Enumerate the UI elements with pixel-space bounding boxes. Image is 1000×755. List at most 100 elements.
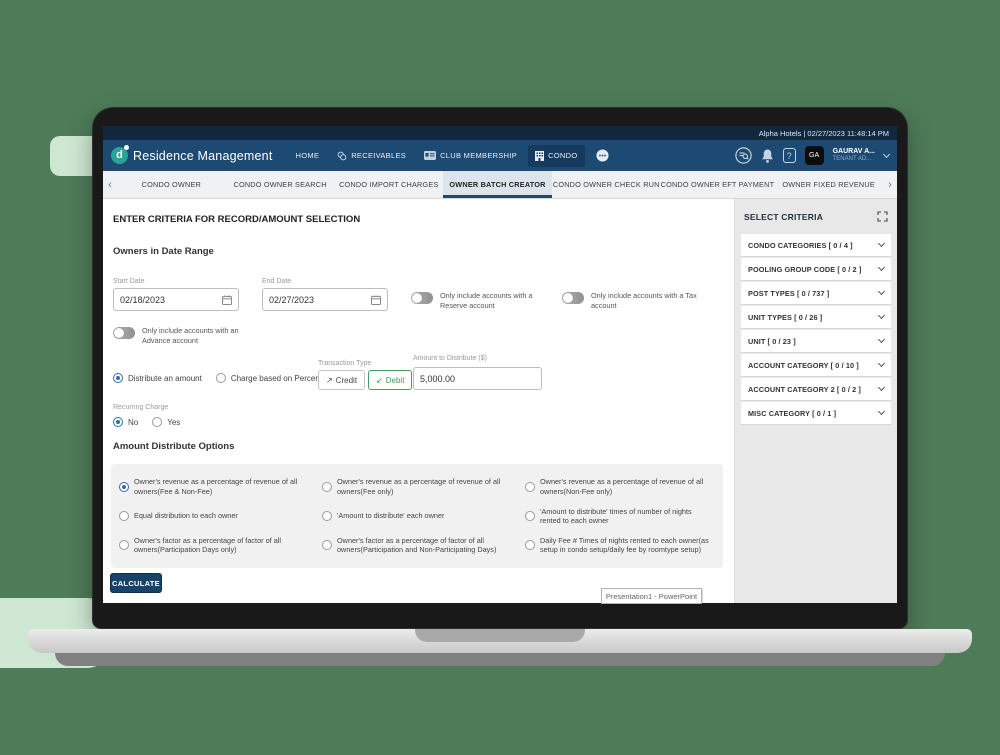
logo-letter: d [116, 150, 123, 161]
building-icon [535, 151, 544, 161]
tabs-scroll-left-icon[interactable]: ‹ [103, 171, 117, 198]
criteria-account-category[interactable]: ACCOUNT CATEGORY [ 0 / 10 ] [741, 354, 891, 377]
nav-label: RECEIVABLES [351, 151, 406, 160]
receivables-icon [337, 151, 347, 161]
criteria-unit[interactable]: UNIT [ 0 / 23 ] [741, 330, 891, 353]
credit-button[interactable]: ↗ Credit [318, 370, 365, 390]
arrow-up-right-icon: ↗ [326, 376, 333, 385]
calendar-icon[interactable] [371, 295, 381, 305]
criteria-account-category-2[interactable]: ACCOUNT CATEGORY 2 [ 0 / 2 ] [741, 378, 891, 401]
radio-selected-icon [119, 482, 129, 492]
debit-button[interactable]: ↙ Debit [368, 370, 412, 390]
tab-label: CONDO OWNER EFT PAYMENT [661, 180, 775, 189]
tab-label: CONDO OWNER CHECK RUN [553, 180, 660, 189]
reserve-account-toggle[interactable] [411, 292, 433, 304]
nav-item-home[interactable]: HOME [289, 145, 327, 166]
end-date-input[interactable] [262, 288, 388, 311]
laptop-base-notch [415, 629, 585, 642]
recurring-charge-radios: No Yes [113, 417, 180, 427]
tab-owner-fixed-revenue[interactable]: OWNER FIXED REVENUE [774, 171, 883, 198]
amount-input[interactable] [413, 367, 542, 390]
chevron-down-icon [878, 288, 885, 295]
end-date-value[interactable] [263, 295, 371, 305]
recurring-no-radio[interactable]: No [113, 417, 138, 427]
recurring-yes-radio[interactable]: Yes [152, 417, 180, 427]
recurring-charge-label: Recurring Charge [113, 404, 168, 411]
sidebar-title: SELECT CRITERIA [744, 212, 823, 222]
help-icon[interactable]: ? [783, 148, 796, 163]
tax-account-toggle[interactable] [562, 292, 584, 304]
radio-selected-icon [113, 417, 123, 427]
nav-label: CLUB MEMBERSHIP [440, 151, 517, 160]
notifications-bell-icon[interactable] [761, 149, 774, 163]
option-revenue-fee-nonfee[interactable]: Owner's revenue as a percentage of reven… [119, 477, 316, 496]
audit-log-icon[interactable] [735, 147, 752, 164]
more-options-icon[interactable] [589, 143, 616, 168]
amount-value[interactable] [414, 374, 541, 384]
content-region: ENTER CRITERIA FOR RECORD/AMOUNT SELECTI… [103, 199, 897, 603]
nav-item-receivables[interactable]: RECEIVABLES [330, 145, 413, 167]
option-revenue-nonfee-only[interactable]: Owner's revenue as a percentage of reven… [525, 477, 717, 496]
tab-condo-import-charges[interactable]: CONDO IMPORT CHARGES [334, 171, 443, 198]
chevron-down-icon [878, 264, 885, 271]
user-info[interactable]: GAURAV A... TENANT AD... [833, 148, 875, 164]
calendar-icon[interactable] [222, 295, 232, 305]
calculate-button[interactable]: CALCULATE [110, 573, 162, 593]
option-label: Daily Fee # Times of nights rented to ea… [540, 536, 711, 555]
option-daily-fee-times-nights[interactable]: Daily Fee # Times of nights rented to ea… [525, 536, 717, 555]
distribution-mode-radios: Distribute an amount Charge based on Per… [113, 373, 335, 383]
option-label: Owner's revenue as a percentage of reven… [134, 477, 310, 496]
tab-owner-batch-creator[interactable]: OWNER BATCH CREATOR [443, 171, 552, 198]
chevron-down-icon[interactable] [883, 151, 890, 158]
criteria-condo-categories[interactable]: CONDO CATEGORIES [ 0 / 4 ] [741, 234, 891, 257]
tab-condo-owner-search[interactable]: CONDO OWNER SEARCH [226, 171, 335, 198]
chevron-down-icon [878, 408, 885, 415]
tabs-scroll-right-icon[interactable]: › [883, 171, 897, 198]
start-date-input[interactable] [113, 288, 239, 311]
option-label: Equal distribution to each owner [134, 511, 238, 520]
nav-item-condo[interactable]: CONDO [528, 145, 584, 167]
membership-card-icon [424, 151, 436, 160]
option-label: Owner's factor as a percentage of factor… [134, 536, 310, 555]
expand-panel-icon[interactable] [877, 211, 888, 222]
criteria-unit-types[interactable]: UNIT TYPES [ 0 / 26 ] [741, 306, 891, 329]
start-date-label: Start Date [113, 278, 145, 285]
criteria-label: UNIT [ 0 / 23 ] [748, 337, 796, 346]
nav-item-club-membership[interactable]: CLUB MEMBERSHIP [417, 145, 524, 166]
criteria-pooling-group-code[interactable]: POOLING GROUP CODE [ 0 / 2 ] [741, 258, 891, 281]
end-date-label: End Date [262, 278, 291, 285]
select-criteria-sidebar: SELECT CRITERIA CONDO CATEGORIES [ 0 / 4… [735, 199, 897, 603]
tab-condo-owner-eft-payment[interactable]: CONDO OWNER EFT PAYMENT [661, 171, 775, 198]
tab-condo-owner[interactable]: CONDO OWNER [117, 171, 226, 198]
start-date-value[interactable] [114, 295, 222, 305]
option-factor-participation-days[interactable]: Owner's factor as a percentage of factor… [119, 536, 316, 555]
radio-icon [525, 511, 535, 521]
module-tab-bar: ‹ CONDO OWNER CONDO OWNER SEARCH CONDO I… [103, 171, 897, 199]
avatar[interactable]: GA [805, 146, 824, 165]
app-logo[interactable]: d [111, 147, 128, 164]
option-amount-times-nights[interactable]: 'Amount to distribute' times of number o… [525, 507, 717, 526]
tab-label: OWNER FIXED REVENUE [782, 180, 875, 189]
advance-account-toggle[interactable] [113, 327, 135, 339]
distribute-amount-radio[interactable]: Distribute an amount [113, 373, 202, 383]
option-label: 'Amount to distribute' times of number o… [540, 507, 711, 526]
main-menu: HOME RECEIVABLES CLUB MEMBERSHIP [289, 143, 616, 168]
radio-label: Distribute an amount [128, 374, 202, 383]
criteria-label: ACCOUNT CATEGORY 2 [ 0 / 2 ] [748, 385, 861, 394]
criteria-label: ACCOUNT CATEGORY [ 0 / 10 ] [748, 361, 859, 370]
radio-icon [525, 482, 535, 492]
option-amount-each-owner[interactable]: 'Amount to distribute' each owner [322, 511, 519, 521]
top-navbar: d Residence Management HOME RECEIVABLES [103, 140, 897, 171]
criteria-post-types[interactable]: POST TYPES [ 0 / 737 ] [741, 282, 891, 305]
criteria-misc-category[interactable]: MISC CATEGORY [ 0 / 1 ] [741, 402, 891, 425]
tab-condo-owner-check-run[interactable]: CONDO OWNER CHECK RUN [552, 171, 661, 198]
radio-icon [322, 482, 332, 492]
tab-label: CONDO OWNER [142, 180, 201, 189]
radio-label: Yes [167, 418, 180, 427]
tax-account-toggle-label: Only include accounts with a Tax account [591, 291, 701, 311]
option-equal-distribution[interactable]: Equal distribution to each owner [119, 511, 316, 521]
option-revenue-fee-only[interactable]: Owner's revenue as a percentage of reven… [322, 477, 519, 496]
debit-label: Debit [386, 376, 405, 385]
radio-icon [525, 540, 535, 550]
option-factor-participation-nonparticipating[interactable]: Owner's factor as a percentage of factor… [322, 536, 519, 555]
